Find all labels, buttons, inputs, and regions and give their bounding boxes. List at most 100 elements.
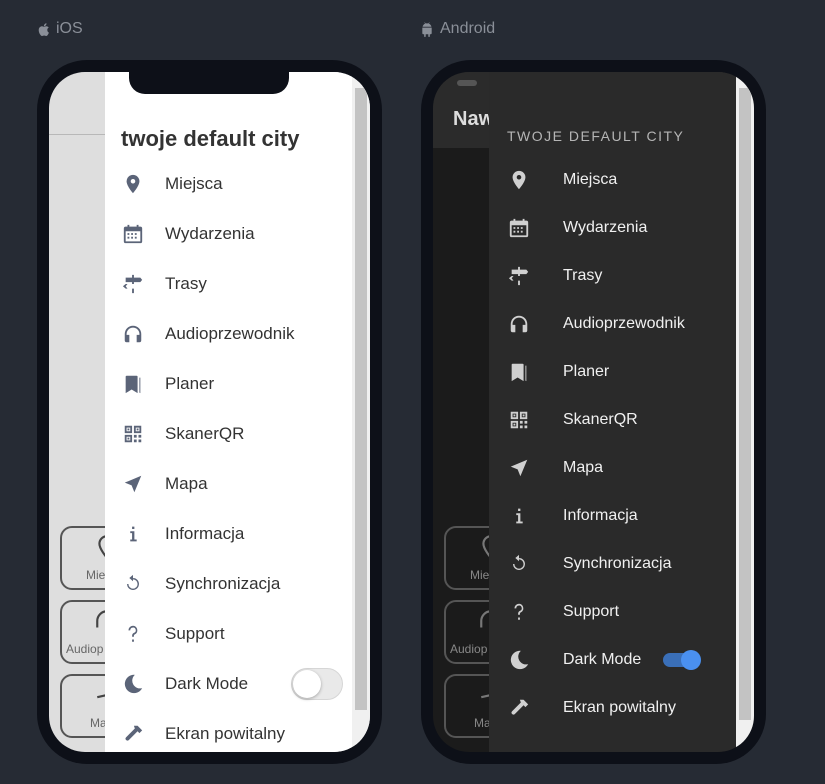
menu-item-label: Mapa <box>563 459 604 476</box>
menu-item-label: SkanerQR <box>563 411 638 428</box>
app-bar-title: Naw <box>453 108 495 130</box>
menu-item-label: Informacja <box>165 524 245 543</box>
bg-tile-label: Audiop <box>66 642 104 656</box>
menu-item-dark-mode[interactable]: Dark Mode <box>489 636 736 684</box>
calendar-icon <box>121 222 145 246</box>
menu-item-synchronizacja[interactable]: Synchronizacja <box>489 540 736 588</box>
bookmark-icon <box>121 372 145 396</box>
question-icon <box>121 622 145 646</box>
bg-tile-label: Audiop <box>450 642 488 656</box>
menu-item-label: Synchronizacja <box>563 555 672 572</box>
menu-item-mapa[interactable]: Mapa <box>105 459 352 509</box>
signpost-icon <box>507 264 531 288</box>
question-icon <box>507 600 531 624</box>
menu-item-skanerqr[interactable]: SkanerQR <box>489 396 736 444</box>
bookmark-icon <box>507 360 531 384</box>
menu-item-planer[interactable]: Planer <box>105 359 352 409</box>
hammer-icon <box>121 722 145 746</box>
android-platform-label: Android <box>420 20 495 38</box>
ios-screen: Mie Audiop Ma twoje default city Miejsca… <box>49 72 370 752</box>
menu-item-wydarzenia[interactable]: Wydarzenia <box>489 204 736 252</box>
menu-item-label: Trasy <box>563 267 603 284</box>
scrollbar-thumb[interactable] <box>739 88 751 720</box>
menu-item-ekran-powitalny[interactable]: Ekran powitalny <box>105 709 352 752</box>
scrollbar[interactable] <box>352 72 370 752</box>
menu-item-label: Miejsca <box>165 174 223 193</box>
dark-mode-toggle[interactable] <box>663 650 701 670</box>
menu-item-label: Informacja <box>563 507 638 524</box>
ios-platform-label: iOS <box>36 20 83 38</box>
menu-item-wydarzenia[interactable]: Wydarzenia <box>105 209 352 259</box>
qr-code-icon <box>507 408 531 432</box>
menu-item-label: Dark Mode <box>563 651 642 668</box>
toggle-knob <box>293 670 321 698</box>
android-drawer: TWOJE DEFAULT CITY Miejsca Wydarzenia Tr… <box>489 72 736 752</box>
menu-item-label: Planer <box>165 374 215 393</box>
scrollbar[interactable] <box>736 72 754 752</box>
ios-drawer-menu: Miejsca Wydarzenia Trasy Audioprzewodnik… <box>105 159 352 752</box>
menu-item-support[interactable]: Support <box>489 588 736 636</box>
ios-header-divider <box>49 134 109 135</box>
menu-item-label: Synchronizacja <box>165 574 281 593</box>
menu-item-audioprzewodnik[interactable]: Audioprzewodnik <box>489 300 736 348</box>
bg-tile-label: Mie <box>86 568 106 582</box>
map-pin-icon <box>121 172 145 196</box>
menu-item-label: Audioprzewodnik <box>165 324 295 343</box>
info-icon <box>121 522 145 546</box>
menu-item-label: SkanerQR <box>165 424 245 443</box>
apple-icon <box>38 22 49 36</box>
calendar-icon <box>507 216 531 240</box>
headphones-icon <box>121 322 145 346</box>
menu-item-planer[interactable]: Planer <box>489 348 736 396</box>
menu-item-informacja[interactable]: Informacja <box>105 509 352 559</box>
ios-phone-frame: Mie Audiop Ma twoje default city Miejsca… <box>37 60 382 764</box>
menu-item-mapa[interactable]: Mapa <box>489 444 736 492</box>
menu-item-trasy[interactable]: Trasy <box>489 252 736 300</box>
camera-pill <box>457 80 477 86</box>
menu-item-support[interactable]: Support <box>105 609 352 659</box>
menu-item-label: Planer <box>563 363 610 380</box>
signpost-icon <box>121 272 145 296</box>
scrollbar-thumb[interactable] <box>355 88 367 710</box>
ios-drawer: twoje default city Miejsca Wydarzenia Tr… <box>105 72 352 752</box>
menu-item-label: Support <box>165 624 225 643</box>
android-screen: Naw Mie Audiop Ma TWOJE DEFAULT CITY Mie… <box>433 72 754 752</box>
qr-code-icon <box>121 422 145 446</box>
menu-item-label: Miejsca <box>563 171 618 188</box>
menu-item-dark-mode[interactable]: Dark Mode <box>105 659 352 709</box>
menu-item-ekran-powitalny[interactable]: Ekran powitalny <box>489 684 736 732</box>
menu-item-label: Wydarzenia <box>563 219 648 236</box>
menu-item-label: Ekran powitalny <box>165 724 286 743</box>
dark-mode-toggle[interactable] <box>291 668 343 700</box>
menu-item-informacja[interactable]: Informacja <box>489 492 736 540</box>
android-drawer-menu: Miejsca Wydarzenia Trasy Audioprzewodnik… <box>489 156 736 732</box>
sync-icon <box>507 552 531 576</box>
menu-item-label: Trasy <box>165 274 207 293</box>
menu-item-label: Support <box>563 603 620 620</box>
android-phone-frame: Naw Mie Audiop Ma TWOJE DEFAULT CITY Mie… <box>421 60 766 764</box>
moon-icon <box>121 672 145 696</box>
menu-item-label: Wydarzenia <box>165 224 255 243</box>
drawer-title: TWOJE DEFAULT CITY <box>507 128 685 144</box>
map-pin-icon <box>507 168 531 192</box>
ios-notch <box>129 72 289 94</box>
menu-item-label: Dark Mode <box>165 674 249 693</box>
moon-icon <box>507 648 531 672</box>
menu-item-skanerqr[interactable]: SkanerQR <box>105 409 352 459</box>
menu-item-label: Audioprzewodnik <box>563 315 685 332</box>
menu-item-trasy[interactable]: Trasy <box>105 259 352 309</box>
navigation-arrow-icon <box>507 456 531 480</box>
toggle-knob <box>681 650 701 670</box>
navigation-arrow-icon <box>121 472 145 496</box>
bg-tile-label: Mie <box>470 568 490 582</box>
headphones-icon <box>507 312 531 336</box>
sync-icon <box>121 572 145 596</box>
ios-label-text: iOS <box>56 20 83 37</box>
menu-item-audioprzewodnik[interactable]: Audioprzewodnik <box>105 309 352 359</box>
menu-item-label: Ekran powitalny <box>563 699 676 716</box>
info-icon <box>507 504 531 528</box>
menu-item-miejsca[interactable]: Miejsca <box>489 156 736 204</box>
menu-item-miejsca[interactable]: Miejsca <box>105 159 352 209</box>
menu-item-synchronizacja[interactable]: Synchronizacja <box>105 559 352 609</box>
android-label-text: Android <box>440 20 496 37</box>
